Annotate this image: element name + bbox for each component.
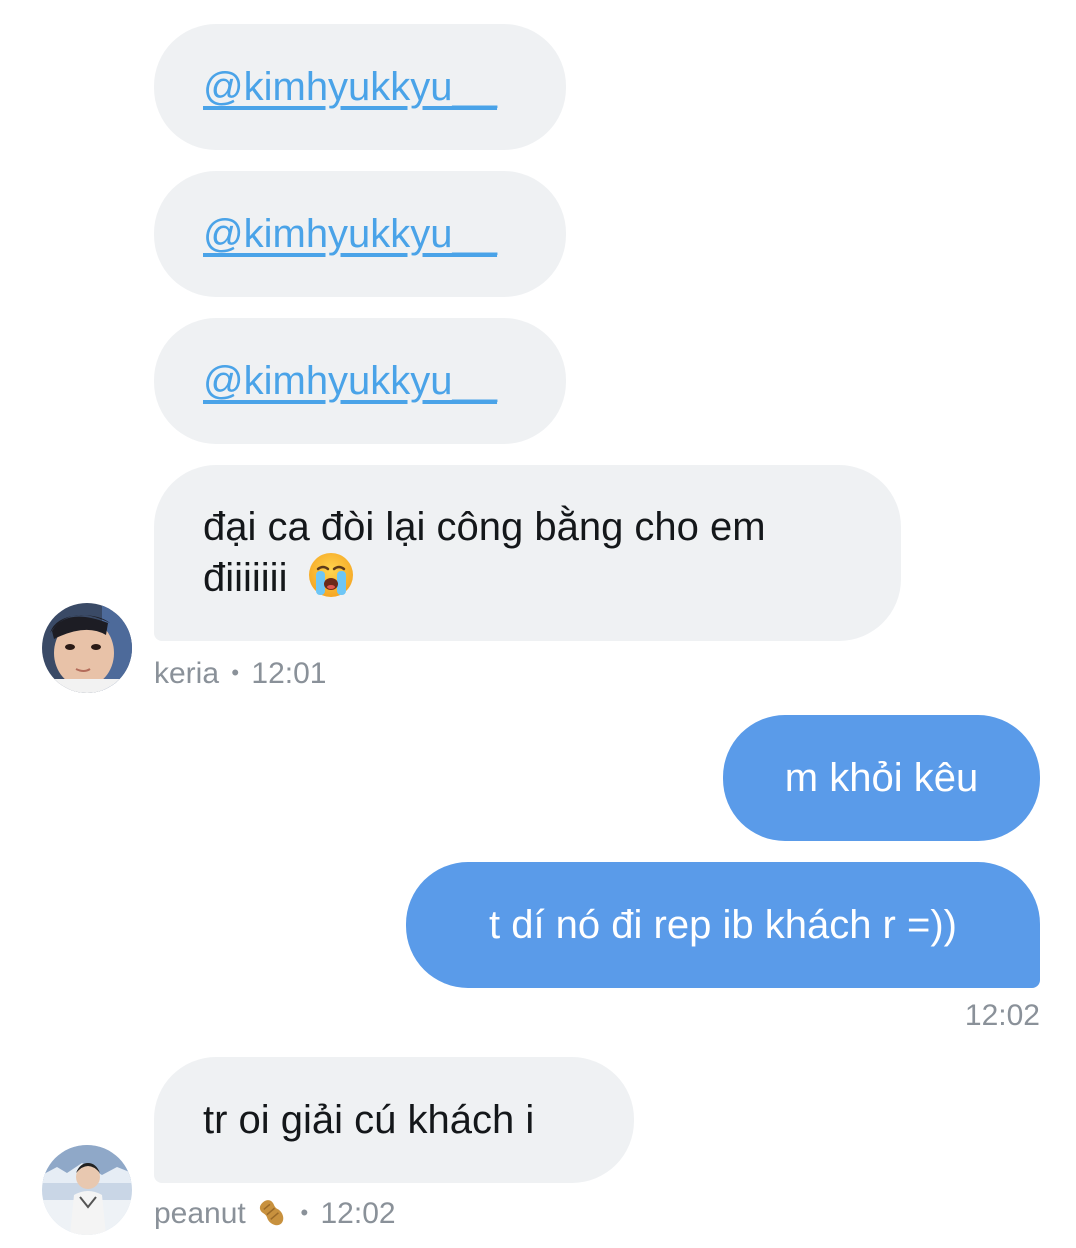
mention-link[interactable]: @kimhyukkyu__: [203, 63, 497, 111]
timestamp: 12:02: [320, 1197, 396, 1230]
message-text: tr oi giải cú khách i: [203, 1098, 535, 1142]
message-meta: peanut • 12:02: [154, 1196, 396, 1231]
avatar-keria[interactable]: [42, 603, 132, 693]
avatar-image: [42, 1145, 132, 1235]
message-text-line: điiiiiii: [203, 551, 766, 602]
message-text: điiiiiii: [203, 556, 288, 600]
loudly-crying-face-icon: [308, 553, 353, 597]
message-bubble-incoming-2: tr oi giải cú khách i: [154, 1057, 634, 1183]
message-bubble-mention-1: @kimhyukkyu__: [154, 24, 566, 150]
avatar-image: [42, 603, 132, 693]
meta-separator: •: [300, 1200, 309, 1225]
message-bubble-mention-3: @kimhyukkyu__: [154, 318, 566, 444]
avatar-peanut[interactable]: [42, 1145, 132, 1235]
sender-name[interactable]: keria: [154, 657, 219, 690]
peanut-icon: [260, 1200, 284, 1226]
message-bubble-incoming: đại ca đòi lại công bằng cho em điiiiiii: [154, 465, 901, 641]
message-text: t dí nó đi rep ib khách r =)): [488, 903, 957, 947]
sender-name[interactable]: peanut: [154, 1197, 246, 1230]
timestamp: 12:02: [964, 999, 1040, 1032]
meta-separator: •: [231, 660, 240, 685]
mention-link[interactable]: @kimhyukkyu__: [203, 210, 497, 258]
mention-link[interactable]: @kimhyukkyu__: [203, 357, 497, 405]
message-text-line: đại ca đòi lại công bằng cho em: [203, 505, 766, 549]
message-text: m khỏi kêu: [784, 756, 979, 800]
message-bubble-outgoing-1: m khỏi kêu: [723, 715, 1040, 841]
message-meta: keria • 12:01: [154, 656, 327, 691]
timestamp: 12:01: [251, 657, 327, 690]
message-bubble-mention-2: @kimhyukkyu__: [154, 171, 566, 297]
message-bubble-outgoing-2: t dí nó đi rep ib khách r =)): [406, 862, 1040, 988]
